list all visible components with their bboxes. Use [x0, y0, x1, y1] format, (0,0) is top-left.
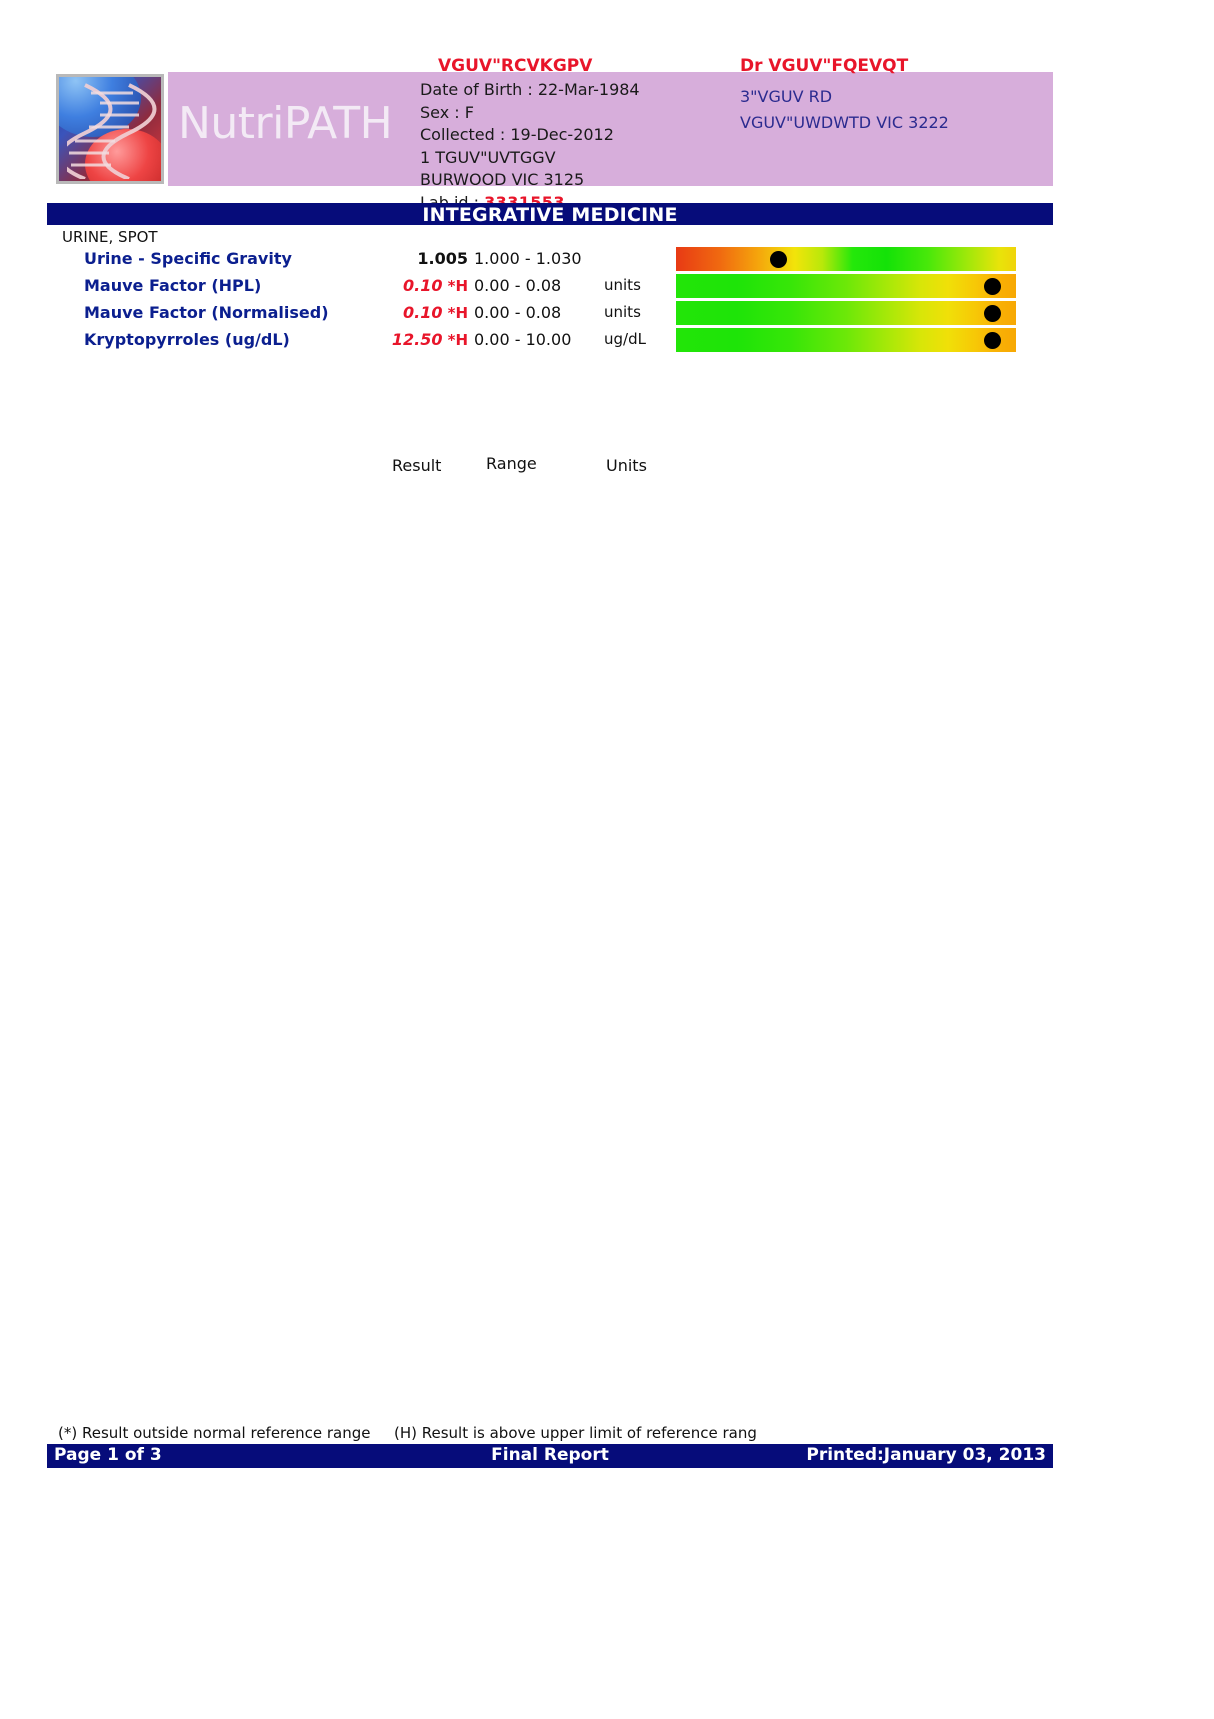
table-row: Urine - Specific Gravity 1.005 1.000 - 1.0… [0, 247, 1214, 274]
reference-range-bar [676, 301, 1016, 325]
result-flag: *H [447, 304, 468, 322]
result-cell: 0.10 *H [320, 303, 468, 322]
table-row: Mauve Factor (Normalised) 0.10 *H 0.00 - 0… [0, 301, 1214, 328]
doctor-name: Dr VGUV"FQEVQT [740, 56, 908, 76]
reference-range: 0.00 - 10.00 [474, 330, 572, 349]
result-cell: 12.50 *H [320, 330, 468, 349]
doctor-title-prefix: Dr [740, 56, 769, 76]
doctor-name-value: VGUV"FQEVQT [768, 56, 909, 76]
column-header-units: Units [606, 456, 647, 475]
range-gradient [676, 247, 1016, 271]
table-row: Kryptopyrroles (ug/dL) 12.50 *H 0.00 - 10.… [0, 328, 1214, 355]
range-gradient [676, 328, 1016, 352]
footnote-high: (H) Result is above upper limit of refer… [394, 1424, 757, 1442]
units: units [604, 276, 641, 294]
result-cell: 1.005 [320, 249, 468, 268]
section-title: INTEGRATIVE MEDICINE [422, 204, 678, 226]
results-table: Urine - Specific Gravity 1.005 1.000 - 1.0… [0, 247, 1214, 355]
doctor-address-line2: VGUV"UWDWTD VIC 3222 [740, 113, 949, 132]
reference-range-bar [676, 274, 1016, 298]
column-header-result: Result [392, 456, 442, 475]
range-gradient [676, 301, 1016, 325]
range-gradient [676, 274, 1016, 298]
reference-range: 1.000 - 1.030 [474, 249, 582, 268]
result-cell: 0.10 *H [320, 276, 468, 295]
patient-address-line1: 1 TGUV"UVTGGV [420, 147, 556, 167]
units: ug/dL [604, 330, 646, 348]
result-flag: *H [447, 277, 468, 295]
column-header-range: Range [486, 454, 537, 473]
test-name: Mauve Factor (Normalised) [84, 303, 329, 322]
patient-sex: Sex : F [420, 102, 474, 122]
result-marker-dot [770, 251, 787, 268]
test-name: Urine - Specific Gravity [84, 249, 292, 268]
patient-name: VGUV"RCVKGPV [438, 56, 593, 76]
test-name: Mauve Factor (HPL) [84, 276, 262, 295]
nutripath-logo [56, 74, 164, 184]
reference-range: 0.00 - 0.08 [474, 276, 562, 295]
result-value: 0.10 [403, 276, 443, 295]
result-value: 12.50 [391, 330, 443, 349]
reference-range-bar [676, 328, 1016, 352]
reference-range-bar [676, 247, 1016, 271]
patient-details: Date of Birth : 22-Mar-1984 Sex : F Coll… [420, 79, 640, 214]
column-headers: Result Range Units [0, 228, 1214, 475]
footer-printed-date: Printed:January 03, 2013 [806, 1445, 1046, 1465]
footnote-asterisk: (*) Result outside normal reference rang… [58, 1424, 371, 1442]
table-row: Mauve Factor (HPL) 0.10 *H 0.00 - 0.08 unit… [0, 274, 1214, 301]
lab-report-page: NutriPATH VGUV"RCVKGPV Date of Birth : 2… [0, 0, 1214, 1719]
patient-collected-date: Collected : 19-Dec-2012 [420, 125, 614, 144]
patient-address-line2: BURWOOD VIC 3125 [420, 170, 585, 189]
doctor-address-line1: 3"VGUV RD [740, 87, 833, 106]
units: units [604, 303, 641, 321]
reference-range: 0.00 - 0.08 [474, 303, 562, 322]
dna-helix-icon [67, 83, 157, 179]
patient-dob: Date of Birth : 22-Mar-1984 [420, 80, 640, 99]
test-name: Kryptopyrroles (ug/dL) [84, 330, 290, 349]
result-value: 0.10 [403, 303, 443, 322]
doctor-address: 3"VGUV RD VGUV"UWDWTD VIC 3222 [740, 84, 949, 136]
brand-name: NutriPATH [178, 98, 393, 149]
result-flag: *H [447, 331, 468, 349]
result-value: 1.005 [417, 249, 468, 268]
